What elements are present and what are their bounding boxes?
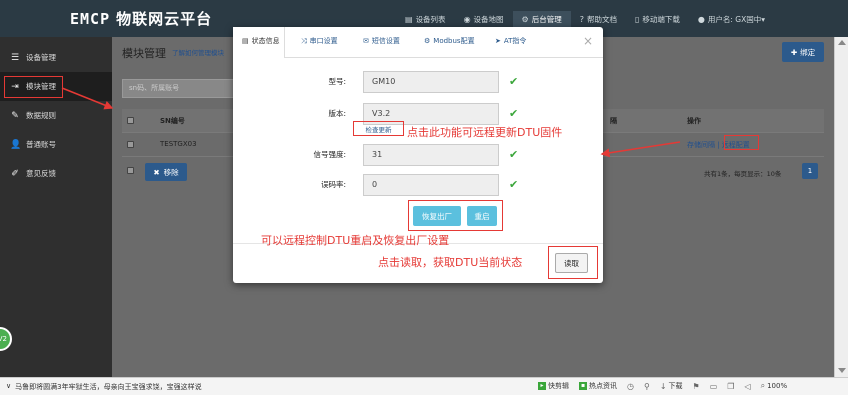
zoom-label: 100%: [767, 382, 788, 390]
news-icon: ▪: [579, 382, 587, 390]
hot-news-label: 热点资讯: [589, 382, 617, 390]
news-ticker[interactable]: ∨ 马鲁即将圆满3年牢狱生活，母亲向王宝强求饶，宝强这样说: [6, 382, 202, 392]
browser-statusbar: ∨ 马鲁即将圆满3年牢狱生活，母亲向王宝强求饶，宝强这样说 ▸ 快剪辑 ▪ 热点资讯 …: [0, 377, 848, 395]
speaker-icon[interactable]: ◁: [744, 382, 750, 391]
news-text: 马鲁即将圆满3年牢狱生活，母亲向王宝强求饶，宝强这样说: [15, 383, 202, 391]
clock-icon[interactable]: ◷: [627, 382, 634, 391]
zoom-icon: ⌕: [760, 381, 766, 390]
pin-icon[interactable]: ⚲: [644, 382, 650, 391]
download-button[interactable]: ↓ 下载: [660, 381, 683, 391]
zoom-level[interactable]: ⌕ 100%: [761, 381, 788, 391]
arrow-to-remote-config: [600, 141, 681, 158]
download-icon: ↓: [659, 381, 667, 391]
quick-edit-label: 快剪辑: [548, 382, 569, 390]
window-icon[interactable]: ▭: [710, 382, 718, 391]
quick-edit-button[interactable]: ▸ 快剪辑: [538, 381, 569, 391]
flag-icon[interactable]: ⚑: [693, 382, 700, 391]
copy-icon[interactable]: ❐: [727, 382, 734, 391]
statusbar-tools: ▸ 快剪辑 ▪ 热点资讯 ◷ ⚲ ↓ 下载 ⚑ ▭ ❐ ◁ ⌕ 100%: [538, 381, 787, 391]
download-label: 下载: [668, 382, 683, 390]
annotation-arrows: [61, 87, 681, 158]
arrow-to-module-menu: [61, 87, 114, 110]
hot-news-button[interactable]: ▪ 热点资讯: [579, 381, 617, 391]
chevron-icon: ∨: [6, 382, 12, 390]
scissors-icon: ▸: [538, 382, 546, 390]
